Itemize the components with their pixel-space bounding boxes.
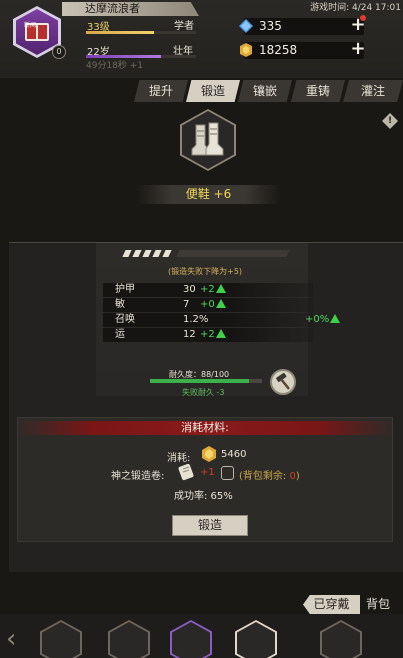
boots-icon bbox=[191, 122, 224, 156]
notification-dot bbox=[360, 15, 366, 21]
regen-timer: 49分18秒 +1 bbox=[86, 61, 144, 71]
use-scroll-checkbox[interactable] bbox=[221, 466, 234, 480]
forge-button[interactable]: 锻造 bbox=[172, 515, 248, 536]
forge-level-segment bbox=[142, 250, 152, 257]
player-name: 达摩流浪者 bbox=[85, 2, 140, 15]
repair-button[interactable] bbox=[270, 369, 296, 395]
bag-remaining-suffix: ) bbox=[295, 471, 300, 482]
tab-upgrade[interactable]: 提升 bbox=[134, 80, 188, 102]
forge-level-segment bbox=[162, 250, 172, 257]
materials-title: 消耗材料: bbox=[181, 421, 229, 434]
arrow-up-icon bbox=[215, 284, 226, 293]
info-button[interactable]: ! bbox=[382, 113, 398, 129]
forge-level-segment bbox=[152, 250, 162, 257]
scroll-left-icon[interactable]: ‹ bbox=[6, 624, 16, 654]
tab-equipped[interactable]: 已穿戴 bbox=[303, 595, 360, 614]
stat-label: 运 bbox=[115, 329, 125, 340]
tab-bag[interactable]: 背包 bbox=[366, 595, 390, 614]
stat-label: 护甲 bbox=[115, 284, 135, 295]
player-class: 学者 bbox=[174, 21, 194, 32]
gold-icon bbox=[202, 446, 216, 462]
stat-delta-value: +2 bbox=[200, 329, 215, 340]
avatar-tag: 新闻 bbox=[24, 22, 37, 29]
stat-delta: +0% bbox=[305, 313, 345, 327]
forge-level-track bbox=[176, 250, 290, 257]
success-rate: 成功率: 65% bbox=[174, 491, 233, 502]
diamond-count: 335 bbox=[259, 19, 282, 33]
tab-inlay[interactable]: 镶嵌 bbox=[238, 80, 292, 102]
item-slot-frame bbox=[182, 111, 234, 169]
arrow-up-icon bbox=[215, 299, 226, 308]
fail-note: (锻造失败下降为+5) bbox=[168, 267, 243, 276]
bag-remaining-prefix: (背包剩余: bbox=[239, 471, 290, 482]
tab-recast[interactable]: 重铸 bbox=[291, 80, 345, 102]
stat-row: 召唤 1.2% bbox=[103, 313, 313, 327]
item-slot[interactable] bbox=[180, 109, 236, 171]
forge-level-bar bbox=[120, 250, 290, 257]
tab-infuse[interactable]: 灌注 bbox=[343, 80, 403, 102]
tab-forge[interactable]: 锻造 bbox=[186, 80, 240, 102]
forge-level-segment bbox=[132, 250, 142, 257]
gold-icon bbox=[240, 43, 252, 57]
bag-remaining: (背包剩余: 0) bbox=[239, 467, 300, 482]
stat-delta: +0 bbox=[200, 298, 234, 312]
arrow-up-icon bbox=[215, 329, 226, 338]
stat-delta: +2 bbox=[200, 283, 234, 297]
scroll-icon[interactable] bbox=[176, 462, 196, 482]
cost-value: 5460 bbox=[221, 449, 247, 460]
hammer-icon bbox=[276, 372, 290, 390]
game-time: 游戏时间: 4/24 17:01 bbox=[310, 3, 401, 13]
gold-count: 18258 bbox=[259, 43, 298, 57]
stat-delta-value: +0% bbox=[305, 314, 330, 325]
stat-value: 30 bbox=[183, 284, 196, 295]
stat-label: 召唤 bbox=[115, 314, 135, 325]
arrow-up-icon bbox=[330, 314, 341, 323]
forge-level-segment bbox=[122, 250, 132, 257]
stat-delta-value: +2 bbox=[200, 284, 215, 295]
stat-delta: +2 bbox=[200, 328, 234, 342]
boots-icon bbox=[237, 622, 275, 658]
add-gold-button[interactable]: + bbox=[350, 40, 366, 58]
stat-delta-value: +0 bbox=[200, 299, 215, 310]
durability-bar bbox=[150, 379, 262, 383]
helmet-icon bbox=[172, 622, 210, 658]
armor-icon bbox=[42, 622, 80, 658]
level-progress-bar bbox=[86, 31, 196, 34]
rank-badge: 0 bbox=[52, 45, 66, 59]
durability-fail: 失败耐久 -3 bbox=[182, 388, 225, 397]
item-name: 便鞋 +6 bbox=[185, 187, 232, 201]
diamond-icon bbox=[239, 19, 253, 33]
scroll-count: +1 bbox=[200, 467, 215, 478]
gloves-icon bbox=[110, 622, 148, 658]
durability-fill bbox=[150, 379, 249, 383]
stat-value: 1.2% bbox=[183, 314, 209, 325]
level-progress-fill bbox=[86, 31, 155, 34]
stat-value: 7 bbox=[183, 299, 190, 310]
staff-icon bbox=[322, 622, 360, 658]
stat-label: 敏 bbox=[115, 299, 125, 310]
stat-value: 12 bbox=[183, 329, 196, 340]
scroll-label: 神之锻造卷: bbox=[111, 471, 165, 482]
